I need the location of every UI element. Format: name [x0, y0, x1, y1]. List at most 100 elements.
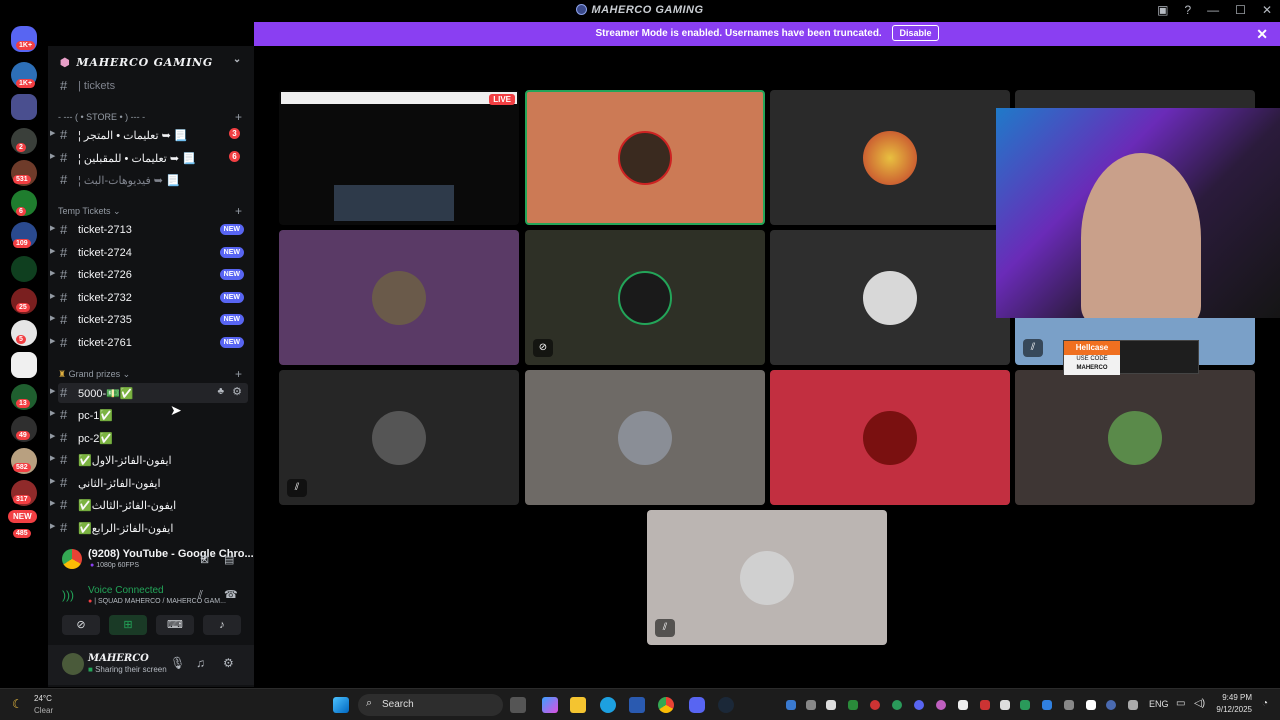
noise-suppression-icon[interactable]: ⫽: [198, 589, 203, 602]
category-grand-prizes[interactable]: ♜ Grand prizes ⌄ +: [58, 367, 248, 381]
avatar[interactable]: [62, 653, 84, 675]
tray-icon[interactable]: [980, 700, 990, 710]
channel-prize[interactable]: ▶ # ✅ايفون-الفائز-الاول: [50, 450, 248, 470]
channel-prize[interactable]: ▶ # pc-1✅: [50, 405, 248, 425]
windows-start-icon[interactable]: [333, 697, 349, 713]
category-temp-tickets[interactable]: Temp Tickets ⌄ +: [58, 204, 248, 218]
microphone-tray-icon[interactable]: [1128, 700, 1138, 710]
participant-tile[interactable]: ⊘: [525, 230, 765, 365]
close-banner-icon[interactable]: ✕: [1256, 22, 1268, 46]
clock-date[interactable]: 9/12/2025: [1210, 705, 1252, 714]
steam-tray-icon[interactable]: [1106, 700, 1116, 710]
search-box[interactable]: ⌕ Search: [358, 694, 503, 716]
participant-tile[interactable]: [770, 370, 1010, 505]
avatar: [863, 130, 917, 185]
headphones-icon[interactable]: ♫: [196, 656, 205, 670]
channel-store-1[interactable]: ▶ # ¦ تعليمات • المتجر ➥ 📃 3: [50, 125, 248, 145]
task-view-icon[interactable]: [510, 697, 526, 713]
close-window-button[interactable]: ✕: [1262, 3, 1272, 17]
activity-button[interactable]: ⌨: [156, 615, 194, 635]
help-icon[interactable]: ?: [1184, 3, 1191, 17]
channel-ticket[interactable]: ▶ # ticket-2726 NEW: [50, 265, 248, 285]
tray-icon[interactable]: [870, 700, 880, 710]
new-badge: NEW: [219, 292, 244, 303]
channel-prize[interactable]: ▶ # pc-2✅: [50, 428, 248, 448]
copilot-icon[interactable]: [542, 697, 558, 713]
channel-store-2[interactable]: ▶ # ¦ تعليمات • للمقبلين ➥ 📃 6: [50, 148, 248, 168]
channel-ticket[interactable]: ▶ # ticket-2732 NEW: [50, 288, 248, 308]
channel-store-3[interactable]: # ¦ فيديوهات-البث ➥ 📃: [58, 170, 248, 190]
invite-icon[interactable]: ♣: [217, 386, 224, 397]
channel-prize[interactable]: ▶ # ✅ايفون-الفائز-الرابع: [50, 518, 248, 538]
chevron-down-icon[interactable]: ⌄: [233, 54, 242, 65]
tray-icon[interactable]: [826, 700, 836, 710]
clock-time[interactable]: 9:49 PM: [1222, 693, 1252, 702]
camera-button[interactable]: ⊘: [62, 615, 100, 635]
channel-ticket[interactable]: ▶ # ticket-2761 NEW: [50, 333, 248, 353]
voice-channel[interactable]: ● | SQUAD MAHERCO / MAHERCO GAM...: [88, 598, 226, 605]
server-icon[interactable]: [11, 94, 37, 120]
tray-icon[interactable]: [958, 700, 968, 710]
tray-icon[interactable]: [848, 700, 858, 710]
store-icon[interactable]: [629, 697, 645, 713]
channel-ticket[interactable]: ▶ # ticket-2724 NEW: [50, 243, 248, 263]
microphone-icon[interactable]: 🎙: [170, 656, 185, 670]
language-indicator[interactable]: ENG: [1149, 699, 1169, 709]
participant-tile[interactable]: ⫽: [647, 510, 887, 645]
channel-ticket[interactable]: ▶ # ticket-2735 NEW: [50, 310, 248, 330]
channel-ticket[interactable]: ▶ # ticket-2713 NEW: [50, 220, 248, 240]
tray-icon[interactable]: [1086, 700, 1096, 710]
network-icon[interactable]: ▭: [1176, 698, 1185, 709]
stop-stream-icon[interactable]: ⊠: [200, 553, 209, 566]
channel-prize[interactable]: ▶ # ايفون-الفائز-الثاني: [50, 473, 248, 493]
weather-temp[interactable]: 24°C: [34, 694, 52, 703]
server-icon[interactable]: [11, 256, 37, 282]
discord-taskbar-icon[interactable]: [689, 697, 705, 713]
steam-icon[interactable]: [718, 697, 734, 713]
settings-icon[interactable]: ⚙: [232, 385, 242, 398]
guild-header[interactable]: ⬢ MAHERCO GAMING ⌄: [48, 46, 254, 78]
tray-icon[interactable]: [1020, 700, 1030, 710]
disconnect-icon[interactable]: ☎: [224, 588, 238, 601]
tray-icon[interactable]: [892, 700, 902, 710]
tray-icon[interactable]: [936, 700, 946, 710]
screen-share-tile[interactable]: LIVE: [279, 90, 519, 225]
soundboard-button[interactable]: ♪: [203, 615, 241, 635]
share-screen-button[interactable]: ⊞: [109, 615, 147, 635]
participant-tile[interactable]: [525, 370, 765, 505]
channel-tickets[interactable]: # | tickets: [58, 76, 248, 96]
user-settings-icon[interactable]: ⚙: [223, 656, 234, 670]
participant-tile[interactable]: [1015, 370, 1255, 505]
weather-icon[interactable]: ☾: [12, 697, 23, 711]
add-channel-icon[interactable]: +: [235, 110, 242, 124]
voice-status[interactable]: Voice Connected: [88, 585, 164, 596]
disable-streamer-mode-button[interactable]: Disable: [892, 25, 939, 41]
server-icon[interactable]: [11, 352, 37, 378]
participant-tile[interactable]: [770, 230, 1010, 365]
category-store[interactable]: - --- ( • STORE • ) --- - +: [58, 110, 248, 124]
stream-settings-icon[interactable]: ▤: [224, 553, 234, 566]
tray-icon[interactable]: [1064, 700, 1074, 710]
minimize-button[interactable]: —: [1207, 3, 1219, 17]
tray-icon[interactable]: [914, 700, 924, 710]
bluetooth-icon[interactable]: [1042, 700, 1052, 710]
channel-prize[interactable]: ▶ # ✅ايفون-الفائز-الثالث: [50, 495, 248, 515]
add-channel-icon[interactable]: +: [235, 204, 242, 218]
new-servers-badge[interactable]: NEW: [8, 510, 37, 523]
tray-icon[interactable]: [786, 700, 796, 710]
participant-tile[interactable]: [279, 230, 519, 365]
volume-icon[interactable]: ◁): [1194, 698, 1205, 709]
notification-bell-icon[interactable]: ◔: [1262, 698, 1268, 709]
tray-icon[interactable]: [806, 700, 816, 710]
participant-tile[interactable]: [525, 90, 765, 225]
chrome-taskbar-icon[interactable]: [658, 697, 674, 713]
edge-icon[interactable]: [600, 697, 616, 713]
file-explorer-icon[interactable]: [570, 697, 586, 713]
participant-tile[interactable]: [770, 90, 1010, 225]
tray-icon[interactable]: [1000, 700, 1010, 710]
participant-tile[interactable]: ⫽: [279, 370, 519, 505]
maximize-button[interactable]: ☐: [1235, 3, 1246, 17]
channel-prize[interactable]: ▶ # 5000-💵✅ ♣ ⚙: [50, 383, 248, 403]
add-channel-icon[interactable]: +: [235, 367, 242, 381]
inbox-icon[interactable]: ▣: [1157, 3, 1168, 17]
